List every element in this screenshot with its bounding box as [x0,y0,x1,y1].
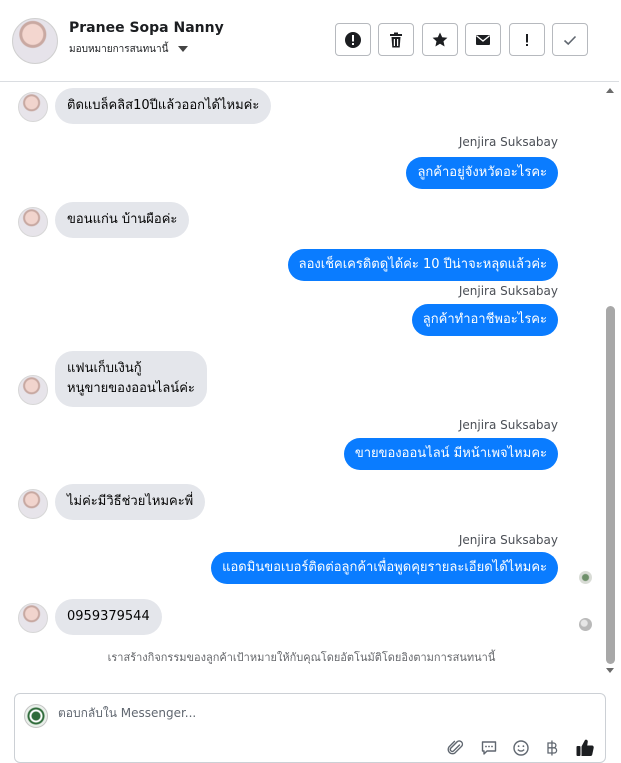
message-line: หนูขายของออนไลน์ค่ะ [67,381,195,396]
sender-name: Jenjira Suksabay [458,533,558,547]
star-icon [432,32,448,46]
scroll-up-arrow-icon[interactable] [606,88,614,93]
contact-avatar-small[interactable] [18,92,48,122]
star-button[interactable] [422,23,458,56]
follow-up-button[interactable] [509,23,545,56]
envelope-icon [476,34,490,45]
saved-replies-button[interactable] [479,738,499,758]
payment-button[interactable] [542,738,562,758]
contact-name[interactable]: Pranee Sopa Nanny [69,20,224,36]
incoming-message[interactable]: ไม่ค่ะมีวิธีช่วยไหมคะพี่ [55,484,206,520]
alert-circle-icon [345,31,361,48]
contact-avatar-small[interactable] [18,603,48,633]
scrollbar-thumb[interactable] [606,306,615,664]
outgoing-message[interactable]: ลูกค้าอยู่จังหวัดอะไรคะ [406,157,558,189]
sender-name: Jenjira Suksabay [458,135,558,149]
contact-avatar-small[interactable] [18,207,48,237]
message-composer [14,693,606,763]
attach-file-button[interactable] [446,738,466,758]
incoming-message[interactable]: ติดแบล็คลิส10ปีแล้วออกได้ไหมค่ะ [55,88,272,124]
mark-spam-button[interactable] [335,23,371,56]
baht-icon [547,740,558,756]
thread-scrollbar[interactable] [603,82,619,678]
check-icon [563,35,577,45]
mark-unread-button[interactable] [465,23,501,56]
chevron-down-icon[interactable] [178,46,188,52]
emoji-icon [513,740,529,756]
mark-done-button[interactable] [552,23,588,56]
saved-reply-icon [481,741,497,755]
trash-icon [390,32,402,47]
incoming-message[interactable]: แฟนเก็บเงินกู้ หนูขายของออนไลน์ค่ะ [55,351,207,407]
sender-name: Jenjira Suksabay [458,418,558,432]
contact-avatar-small[interactable] [18,375,48,405]
sender-name: Jenjira Suksabay [458,284,558,298]
exclamation-icon [526,33,528,46]
message-line: แฟนเก็บเงินกู้ [67,361,142,376]
delete-button[interactable] [378,23,414,56]
thumbs-up-icon [576,739,594,757]
emoji-button[interactable] [511,738,531,758]
contact-avatar-small[interactable] [18,489,48,519]
outgoing-message[interactable]: ขายของออนไลน์ มีหน้าเพจไหมคะ [343,438,558,470]
outgoing-message[interactable]: ลูกค้าทำอาชีพอะไรคะ [411,304,558,336]
incoming-message[interactable]: ขอนแก่น บ้านผือค่ะ [55,202,190,238]
like-button[interactable] [575,738,595,758]
reply-input[interactable] [58,706,538,720]
paperclip-icon [447,740,464,755]
seen-indicator-icon [579,571,592,584]
incoming-message[interactable]: 0959379544 [55,599,162,635]
message-thread: ติดแบล็คลิส10ปีแล้วออกได้ไหมค่ะ Jenjira … [0,82,603,690]
contact-avatar[interactable] [12,18,58,64]
scroll-down-arrow-icon[interactable] [606,668,614,673]
system-note: เราสร้างกิจกรรมของลูกค้าเป้าหมายให้กับคุ… [107,651,496,664]
conversation-header: Pranee Sopa Nanny มอบหมายการสนทนานี้ [0,0,619,82]
outgoing-message[interactable]: ลองเช็คเครดิตดูได้ค่ะ 10 ปีน่าจะหลุดแล้ว… [287,249,558,281]
page-avatar [24,704,48,728]
read-receipt-icon [579,618,592,631]
assign-conversation-label[interactable]: มอบหมายการสนทนานี้ [69,42,168,57]
outgoing-message[interactable]: แอดมินขอเบอร์ติดต่อลูกค้าเพื่อพูดคุยรายล… [211,552,558,584]
